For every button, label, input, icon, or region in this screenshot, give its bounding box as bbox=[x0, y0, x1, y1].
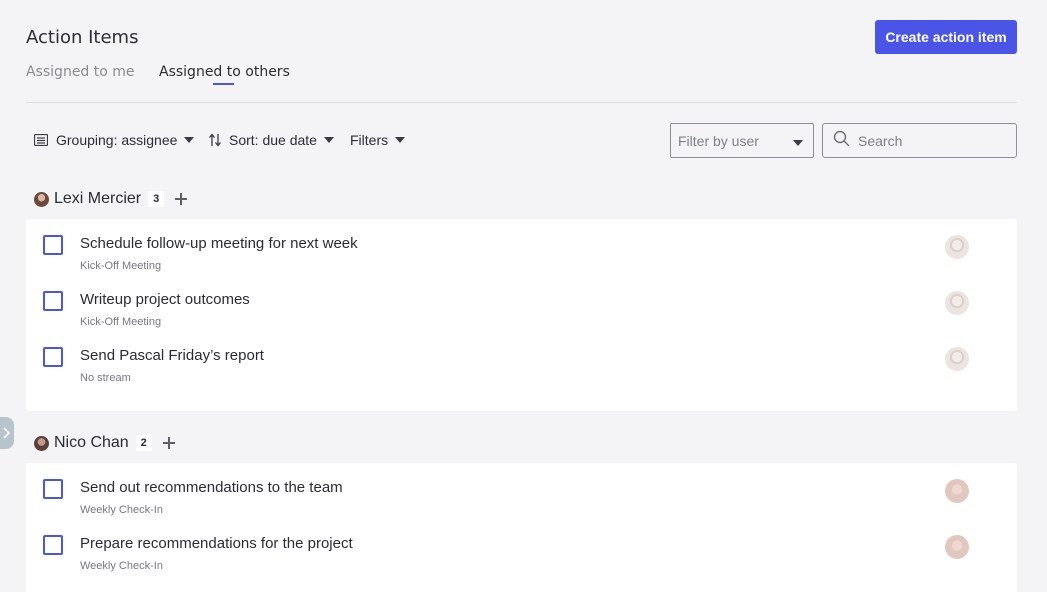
plus-icon[interactable] bbox=[174, 192, 188, 206]
list-item: Send out recommendations to the team Wee… bbox=[26, 475, 1017, 531]
search-input[interactable] bbox=[858, 132, 1008, 149]
chevron-right-icon bbox=[3, 427, 11, 439]
action-items-page: Action Items Create action item Assigned… bbox=[26, 0, 1017, 592]
list-item: Writeup project outcomes Kick-Off Meetin… bbox=[26, 287, 1017, 343]
action-items-list: Schedule follow-up meeting for next week… bbox=[26, 219, 1017, 411]
filters-dropdown[interactable]: Filters bbox=[350, 132, 406, 148]
create-action-item-button[interactable]: Create action item bbox=[875, 20, 1017, 54]
list-icon bbox=[34, 134, 48, 146]
sidebar-toggle[interactable] bbox=[0, 417, 14, 449]
group-assignee-name: Nico Chan bbox=[54, 434, 129, 451]
sort-arrows-icon bbox=[209, 133, 221, 147]
search-icon bbox=[833, 130, 850, 152]
page-header: Action Items Create action item Assigned… bbox=[26, 0, 1017, 103]
toolbar: Grouping: assignee Sort: due date Filter… bbox=[26, 103, 1017, 179]
plus-icon[interactable] bbox=[162, 436, 176, 450]
filters-label: Filters bbox=[350, 132, 389, 148]
caret-down-icon bbox=[184, 137, 195, 143]
avatar[interactable] bbox=[945, 479, 969, 503]
item-title[interactable]: Schedule follow-up meeting for next week bbox=[80, 235, 358, 252]
item-title[interactable]: Writeup project outcomes bbox=[80, 291, 250, 308]
item-title[interactable]: Send Pascal Friday’s report bbox=[80, 347, 264, 364]
caret-down-icon bbox=[395, 137, 406, 143]
active-tab-indicator bbox=[213, 83, 234, 85]
filter-by-user-select[interactable]: Filter by user bbox=[670, 123, 814, 158]
list-item: Prepare recommendations for the project … bbox=[26, 531, 1017, 587]
group-count-badge: 2 bbox=[135, 435, 152, 451]
search-box[interactable] bbox=[822, 123, 1017, 158]
group-count-badge: 3 bbox=[148, 191, 165, 207]
action-items-list: Send out recommendations to the team Wee… bbox=[26, 463, 1017, 592]
item-stream: Weekly Check-In bbox=[80, 560, 163, 572]
group-assignee-name: Lexi Mercier bbox=[54, 190, 142, 207]
grouping-dropdown[interactable]: Grouping: assignee bbox=[34, 132, 195, 148]
item-title[interactable]: Send out recommendations to the team bbox=[80, 479, 343, 496]
tab-assigned-to-me[interactable]: Assigned to me bbox=[26, 64, 135, 80]
item-stream: Kick-Off Meeting bbox=[80, 316, 162, 328]
item-title[interactable]: Prepare recommendations for the project bbox=[80, 535, 353, 552]
avatar bbox=[34, 191, 49, 207]
item-checkbox[interactable] bbox=[43, 291, 63, 311]
item-checkbox[interactable] bbox=[43, 235, 63, 255]
item-checkbox[interactable] bbox=[43, 535, 63, 555]
avatar[interactable] bbox=[945, 235, 969, 259]
tab-assigned-to-others[interactable]: Assigned to others bbox=[159, 64, 290, 80]
avatar[interactable] bbox=[945, 291, 969, 315]
filter-by-user-placeholder: Filter by user bbox=[678, 132, 759, 149]
item-checkbox[interactable] bbox=[43, 347, 63, 367]
list-item: Schedule follow-up meeting for next week… bbox=[26, 231, 1017, 287]
group-header-lexi-mercier: Lexi Mercier 3 bbox=[26, 179, 1017, 219]
item-checkbox[interactable] bbox=[43, 479, 63, 499]
grouping-label: Grouping: assignee bbox=[56, 132, 178, 148]
sort-dropdown[interactable]: Sort: due date bbox=[209, 132, 334, 148]
sort-label: Sort: due date bbox=[229, 132, 317, 148]
caret-down-icon bbox=[793, 133, 803, 149]
item-stream: No stream bbox=[80, 372, 131, 384]
group-header-nico-chan: Nico Chan 2 bbox=[26, 423, 1017, 463]
avatar bbox=[34, 435, 49, 451]
avatar[interactable] bbox=[945, 347, 969, 371]
avatar[interactable] bbox=[945, 535, 969, 559]
item-stream: Kick-Off Meeting bbox=[80, 260, 162, 272]
caret-down-icon bbox=[323, 137, 334, 143]
item-stream: Weekly Check-In bbox=[80, 504, 163, 516]
list-item: Send Pascal Friday’s report No stream bbox=[26, 343, 1017, 399]
page-title: Action Items bbox=[26, 27, 139, 48]
